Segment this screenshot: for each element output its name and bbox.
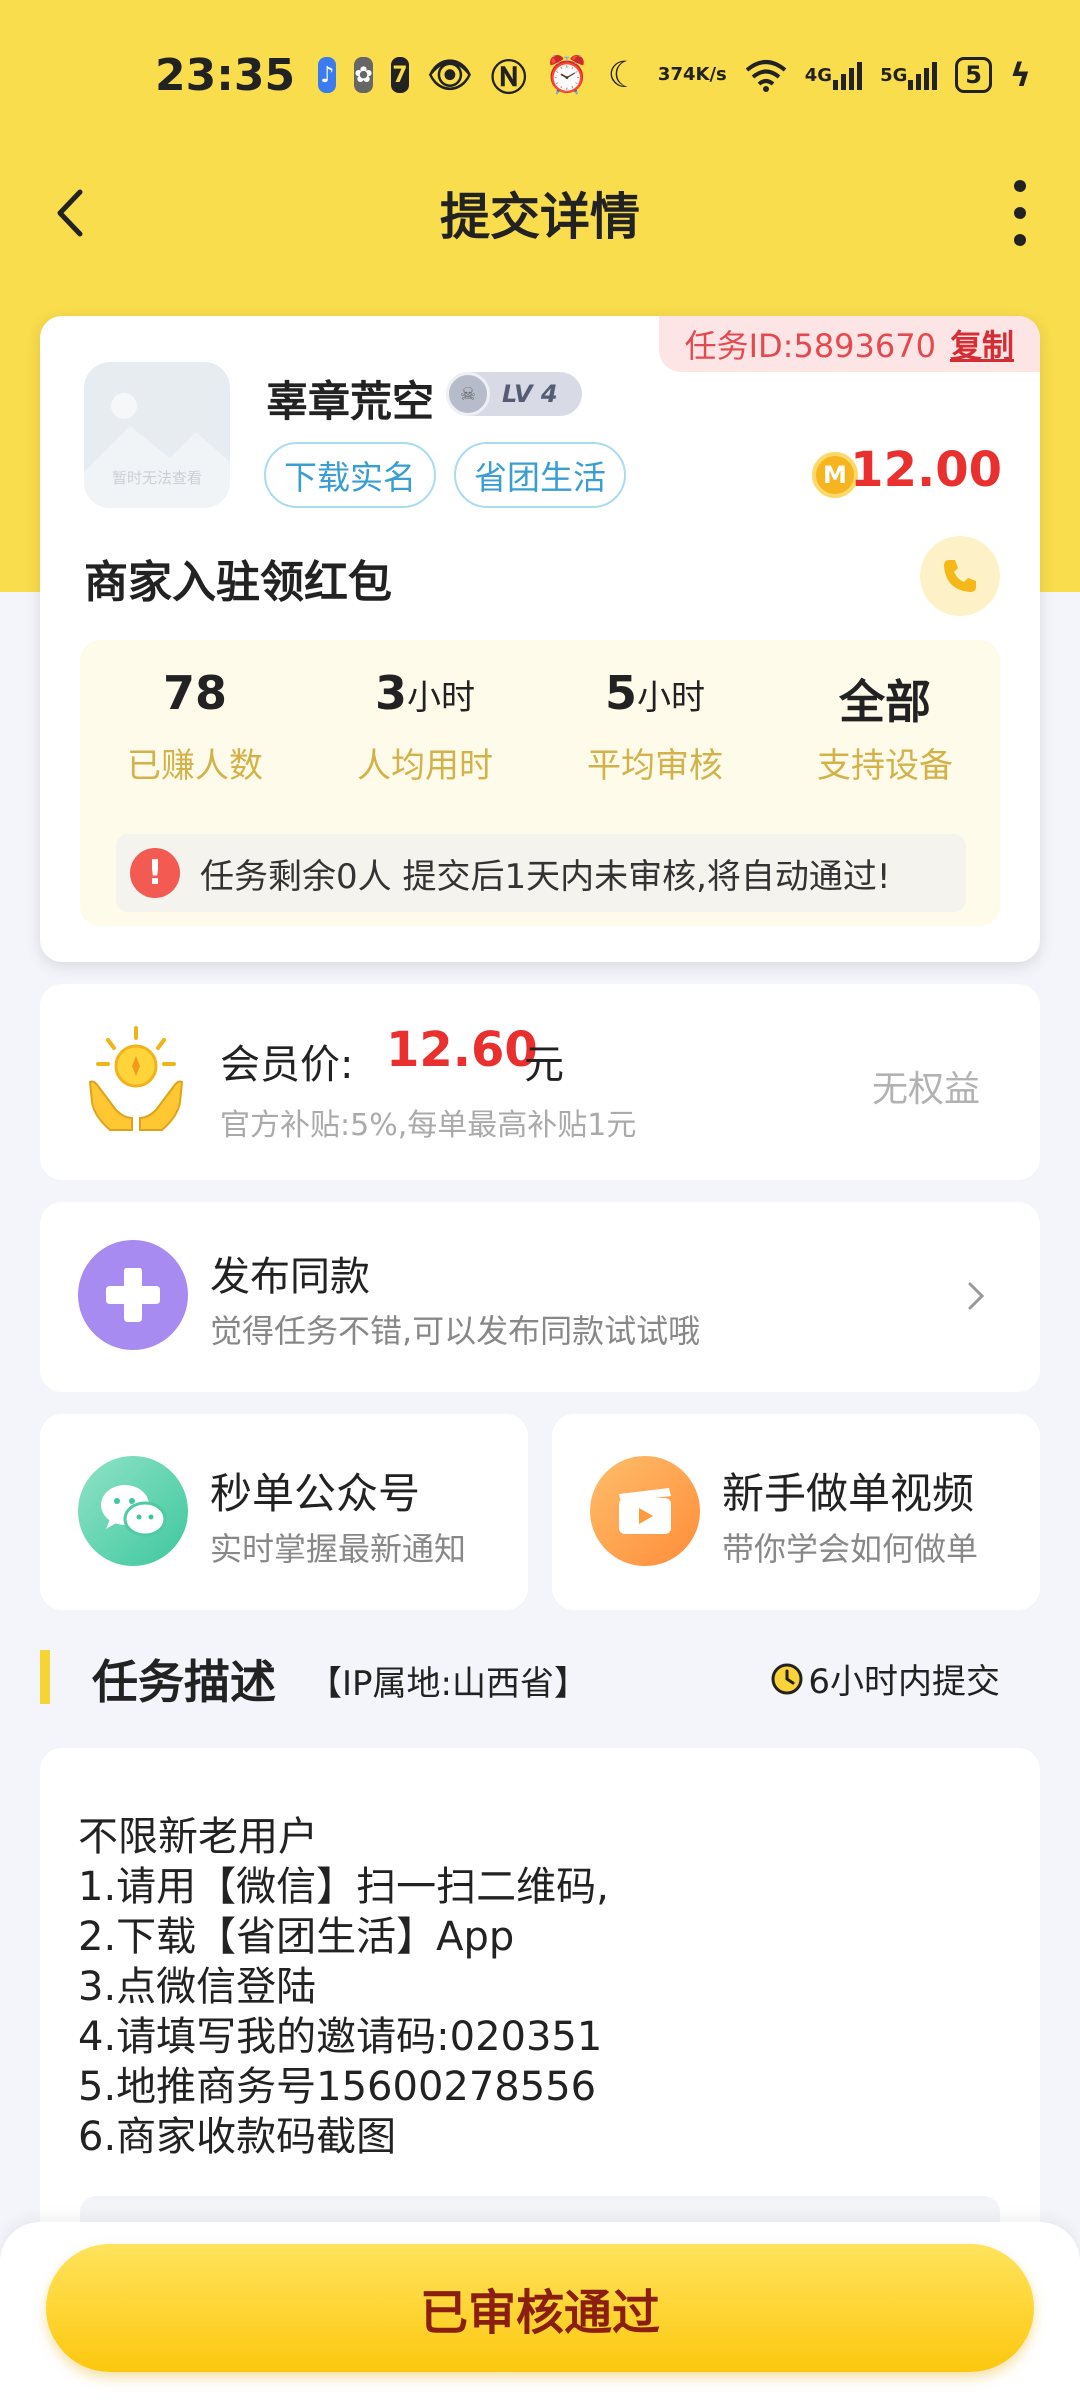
video-card-title: 新手做单视频 — [722, 1469, 975, 1518]
music-app-icon: ♪ — [318, 57, 337, 93]
app-notification-icon: ✿ — [354, 57, 373, 93]
task-id-text: 任务ID:5893670 — [684, 327, 936, 365]
bottom-action-bar: 已审核通过 — [0, 2222, 1080, 2400]
reward-amount: 12.00 — [850, 442, 1002, 498]
description-text: 不限新老用户 1.请用【微信】扫一扫二维码, 2.下载【省团生活】App 3.点… — [78, 1812, 609, 2162]
task-description-header: 任务描述 【IP属地:山西省】 6小时内提交 — [40, 1646, 1040, 1709]
network-speed: 374 K/s — [657, 64, 727, 85]
phone-icon — [944, 560, 976, 592]
description-line: 4.请填写我的邀请码:020351 — [78, 2014, 603, 2060]
back-button[interactable] — [40, 178, 110, 248]
hands-sun-icon — [88, 1026, 184, 1131]
task-id-badge: 任务ID:5893670 复制 — [658, 316, 1040, 372]
description-line: 1.请用【微信】扫一扫二维码, — [78, 1864, 609, 1910]
publish-same-title: 发布同款 — [210, 1254, 370, 1300]
alarm-icon: ⏰ — [544, 55, 590, 96]
ip-location: 【IP属地:山西省】 — [308, 1664, 588, 1704]
member-price-label: 会员价: — [220, 1042, 354, 1088]
stat-devices: 全部 支持设备 — [817, 675, 953, 786]
plus-icon — [78, 1240, 188, 1350]
nfc-icon: Ⓝ — [490, 58, 527, 99]
task-title: 商家入驻领红包 — [84, 557, 392, 608]
tag-app-name: 省团生活 — [454, 442, 626, 508]
battery-icon: 5 — [955, 57, 992, 93]
wechat-icon — [78, 1456, 188, 1566]
task-notice: ! 任务剩余0人 提交后1天内未审核,将自动通过! — [116, 834, 966, 912]
stat-avg-time: 3小时 人均用时 — [357, 666, 493, 786]
alert-icon: ! — [130, 848, 180, 898]
video-card-subtitle: 带你学会如何做单 — [722, 1530, 979, 1568]
submit-deadline: 6小时内提交 — [770, 1654, 1000, 1703]
tag-download-verify: 下载实名 — [264, 442, 436, 508]
task-card: 任务ID:5893670 复制 暂时无法查看 辜章荒空 ☠ LV 4 下载实名 … — [40, 316, 1040, 962]
publisher-name: 辜章荒空 — [266, 377, 435, 426]
description-title: 任务描述 — [92, 1655, 276, 1709]
stat-avg-review: 5小时 平均审核 — [587, 666, 723, 786]
contact-phone-button[interactable] — [920, 536, 1000, 616]
thumbnail-caption: 暂时无法查看 — [111, 469, 202, 487]
eye-icon: 👁 — [427, 55, 473, 96]
level-medal-icon: ☠ — [446, 372, 490, 416]
status-bar: 23:35 ♪ ✿ 7 👁 Ⓝ ⏰ ☾ 374 K/s 4G 5G 5 ϟ — [0, 0, 1080, 150]
more-dot-icon — [1014, 207, 1026, 219]
copy-task-id-link[interactable]: 复制 — [950, 321, 1014, 367]
description-line: 6.商家收款码截图 — [78, 2114, 397, 2160]
description-line: 3.点微信登陆 — [78, 1964, 317, 2010]
task-stats: 78 已赚人数 3小时 人均用时 5小时 平均审核 全部 支持设备 ! 任务剩余… — [80, 640, 1000, 926]
clock-icon — [771, 1663, 803, 1694]
wechat-official-account-card[interactable]: 秒单公众号 实时掌握最新通知 — [40, 1414, 528, 1610]
level-badge: ☠ LV 4 — [446, 372, 582, 416]
moon-icon: ☾ — [607, 54, 640, 96]
signal-5g-icon: 5G — [880, 60, 938, 90]
wifi-icon — [745, 58, 787, 92]
notice-text: 任务剩余0人 提交后1天内未审核,将自动通过! — [200, 856, 891, 897]
description-line: 5.地推商务号15600278556 — [78, 2064, 597, 2110]
status-time: 23:35 — [155, 49, 296, 101]
approved-status-button[interactable]: 已审核通过 — [46, 2244, 1034, 2372]
more-dot-icon — [1014, 234, 1026, 246]
more-dot-icon — [1014, 180, 1026, 192]
task-description-card: 不限新老用户 1.请用【微信】扫一扫二维码, 2.下载【省团生活】App 3.点… — [40, 1748, 1040, 2268]
level-text: LV 4 — [502, 380, 558, 408]
page-title: 提交详情 — [440, 188, 640, 246]
game-app-icon: 7 — [390, 57, 410, 93]
charging-icon: ϟ — [1009, 56, 1031, 94]
description-line: 2.下载【省团生活】App — [78, 1914, 515, 1960]
member-price-unit: 元 — [524, 1042, 564, 1088]
tutorial-video-card[interactable]: 新手做单视频 带你学会如何做单 — [552, 1414, 1040, 1610]
member-price-card[interactable]: 会员价: 12.60 元 官方补贴:5%,每单最高补贴1元 无权益 — [40, 984, 1040, 1180]
section-accent-bar — [40, 1650, 50, 1704]
description-line: 不限新老用户 — [78, 1814, 318, 1860]
wechat-card-title: 秒单公众号 — [210, 1469, 421, 1518]
task-thumbnail[interactable]: 暂时无法查看 — [84, 362, 230, 508]
more-menu-button[interactable] — [1000, 180, 1040, 246]
video-clapper-icon — [590, 1456, 700, 1566]
publish-same-subtitle: 觉得任务不错,可以发布同款试试哦 — [210, 1312, 701, 1350]
chevron-right-icon — [968, 1282, 985, 1310]
stat-earned-count: 78 已赚人数 — [127, 666, 263, 786]
back-arrow-icon — [57, 189, 83, 237]
member-subsidy-text: 官方补贴:5%,每单最高补贴1元 — [220, 1108, 637, 1143]
signal-4g-icon: 4G — [805, 60, 863, 90]
member-benefit-status: 无权益 — [871, 1069, 980, 1110]
member-price-value: 12.60 — [386, 1022, 538, 1078]
publish-same-card[interactable]: 发布同款 觉得任务不错,可以发布同款试试哦 — [40, 1202, 1040, 1392]
navigation-bar: 提交详情 — [0, 150, 1080, 276]
wechat-card-subtitle: 实时掌握最新通知 — [210, 1530, 467, 1568]
